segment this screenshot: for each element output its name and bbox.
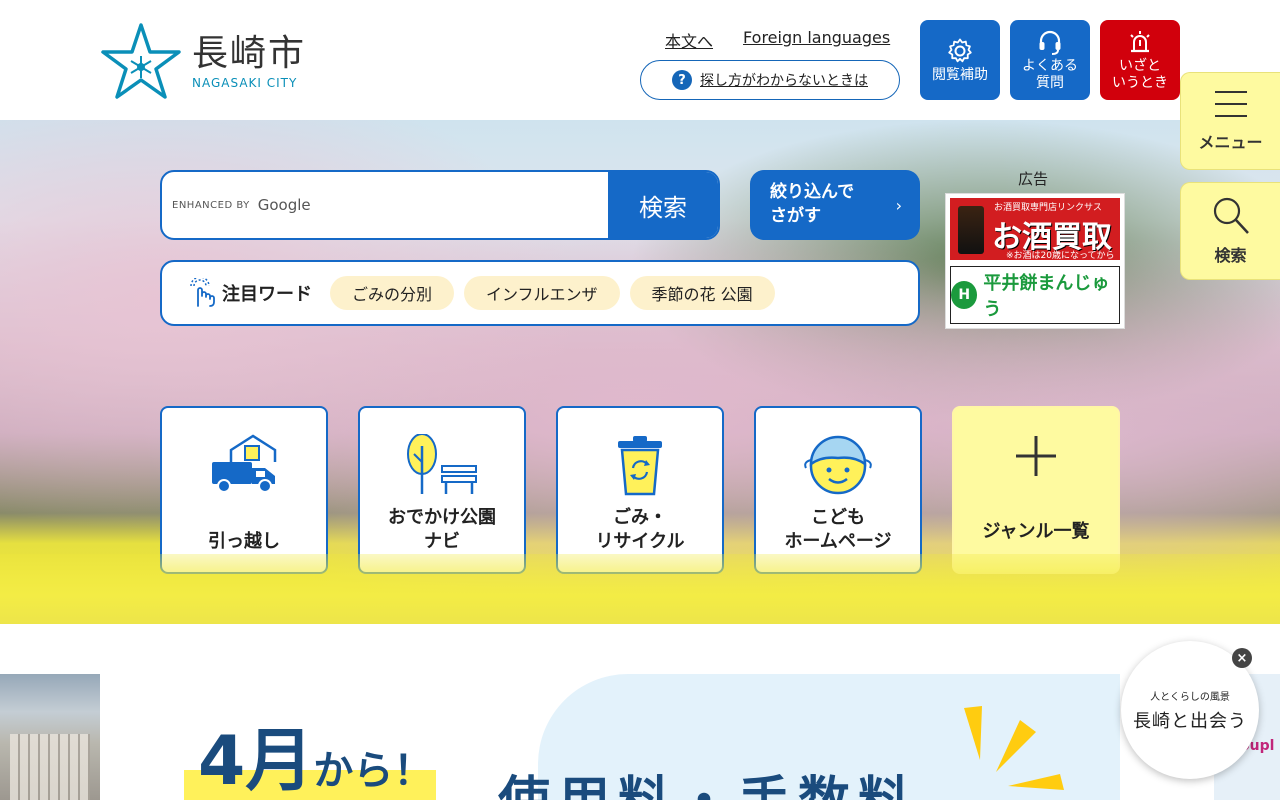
banner-kara: から！: [313, 748, 434, 794]
manju-logo-icon: H: [951, 281, 978, 309]
close-icon[interactable]: ×: [1232, 648, 1252, 668]
narrow-search-button[interactable]: 絞り込んで さがす ›: [750, 170, 920, 240]
keyword-chip[interactable]: インフルエンザ: [464, 276, 620, 310]
featured-keywords: 注目ワード ごみの分別 インフルエンザ 季節の花 公園: [160, 260, 920, 326]
emergency-label-2: いうとき: [1112, 75, 1168, 91]
hamburger-icon: [1214, 91, 1247, 117]
search-help-label: 探し方がわからないときは: [700, 73, 868, 89]
skip-to-main-link[interactable]: 本文へ: [665, 28, 713, 52]
search-input[interactable]: ENHANCED BY Google: [162, 172, 608, 238]
faq-label-2: 質問: [1036, 75, 1064, 91]
accessibility-label: 閲覧補助: [932, 66, 988, 83]
accessibility-button[interactable]: 閲覧補助: [920, 20, 1000, 100]
side-search-button[interactable]: 検索: [1180, 182, 1280, 280]
tap-hand-icon: [190, 278, 215, 307]
gear-icon: [948, 38, 972, 62]
top-links: 本文へ Foreign languages: [665, 28, 890, 52]
faq-label-1: よくある: [1022, 58, 1078, 74]
city-photo-slide[interactable]: [0, 674, 100, 800]
tile-kodomo-label-2: ホームページ: [784, 531, 892, 552]
moving-truck-icon: [212, 434, 277, 493]
ad-sake-note: ※お酒は20歳になってから: [1006, 251, 1115, 261]
tile-gomi-label-1: ごみ・: [613, 507, 667, 528]
tile-gomi-label-2: リサイクル: [595, 531, 685, 552]
search-help-button[interactable]: ? 探し方がわからないときは: [640, 60, 900, 100]
news-banner-area: 4月から！ 使用料・手数料 oupl: [0, 624, 1280, 800]
emergency-button[interactable]: いざと いうとき: [1100, 20, 1180, 100]
ad-area: お酒買取専門店リンクサス お酒買取 ※お酒は20歳になってから H 平井餅まんじ…: [945, 193, 1125, 329]
search-submit-button[interactable]: 検索: [608, 172, 718, 238]
foreign-languages-link[interactable]: Foreign languages: [743, 28, 890, 52]
site-header: 長崎市 NAGASAKI CITY 本文へ Foreign languages …: [0, 0, 1280, 120]
child-face-icon: [804, 435, 872, 495]
tile-genre-label: ジャンル一覧: [982, 521, 1090, 542]
alarm-light-icon: [1130, 31, 1150, 53]
tile-kodomo-label-1: こども: [811, 507, 865, 528]
keyword-chip[interactable]: ごみの分別: [330, 276, 455, 310]
chevron-right-icon: ›: [895, 196, 902, 215]
ad-manju-title: 平井餅まんじゅう: [983, 273, 1110, 320]
fee-change-banner[interactable]: 4月から！ 使用料・手数料: [100, 674, 1120, 800]
plus-icon: [1016, 436, 1056, 476]
bottle-image: [958, 206, 984, 254]
recycle-bin-icon: [618, 436, 662, 496]
site-search-form: ENHANCED BY Google 検索: [160, 170, 720, 240]
headset-icon: [1039, 30, 1061, 55]
ad-label: 広告: [1018, 170, 1049, 188]
question-icon: ?: [672, 70, 692, 90]
logo-title: 長崎市: [192, 33, 307, 74]
menu-button[interactable]: メニュー: [1180, 72, 1280, 170]
faq-button[interactable]: よくある 質問: [1010, 20, 1090, 100]
menu-label: メニュー: [1198, 133, 1263, 152]
banner-fee: 使用料・手数料: [498, 772, 918, 800]
side-search-label: 検索: [1214, 246, 1247, 265]
tile-genre-list[interactable]: ジャンル一覧: [952, 406, 1120, 574]
meet-nagasaki-sub: 人とくらしの風景: [1150, 691, 1230, 703]
ad-banner-sake[interactable]: お酒買取専門店リンクサス お酒買取 ※お酒は20歳になってから: [950, 198, 1120, 261]
tile-moving[interactable]: 引っ越し: [160, 406, 328, 574]
tile-moving-label: 引っ越し: [208, 531, 280, 552]
hero-section: ENHANCED BY Google 検索 絞り込んで さがす › 広告 お酒買…: [0, 120, 1280, 624]
meet-nagasaki-title: 長崎と出会う: [1133, 710, 1247, 732]
tile-kodomo-homepage[interactable]: こども ホームページ: [754, 406, 922, 574]
tile-park-label-1: おでかけ公園: [388, 507, 496, 528]
tile-park-label-2: ナビ: [424, 531, 460, 552]
emergency-label-1: いざと: [1119, 58, 1161, 74]
logo-subtitle: NAGASAKI CITY: [192, 76, 298, 90]
tile-park-navi[interactable]: おでかけ公園 ナビ: [358, 406, 526, 574]
star-logo-icon: [101, 23, 181, 99]
site-logo[interactable]: 長崎市 NAGASAKI CITY: [100, 22, 306, 100]
search-icon: [1213, 197, 1249, 234]
keywords-title: 注目ワード: [222, 284, 312, 305]
park-tree-bench-icon: [407, 434, 477, 494]
sparkle-rays-icon: [964, 706, 1064, 790]
google-label: Google: [257, 196, 311, 214]
enhanced-by-label: ENHANCED BY: [172, 199, 250, 211]
ad-banner-manju[interactable]: H 平井餅まんじゅう: [950, 266, 1120, 324]
keyword-chip[interactable]: 季節の花 公園: [629, 276, 775, 310]
tile-gomi-recycle[interactable]: ごみ・ リサイクル: [556, 406, 724, 574]
banner-month: 4月: [198, 722, 314, 800]
